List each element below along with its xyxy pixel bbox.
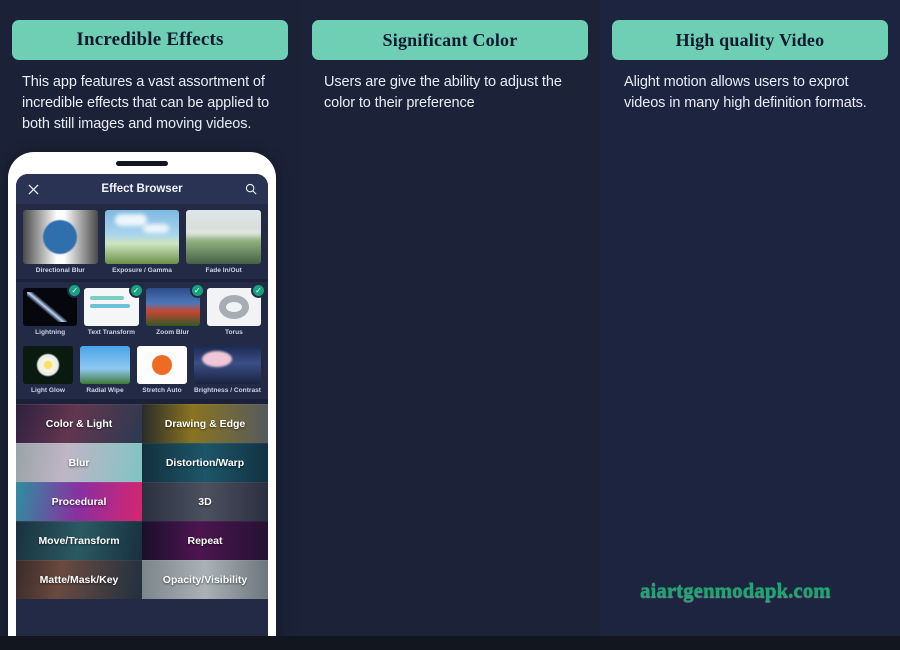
panel-1-banner: Incredible Effects	[12, 20, 288, 60]
panel-incredible-effects: Incredible Effects This app features a v…	[0, 0, 300, 650]
effect-label: Radial Wipe	[86, 387, 124, 395]
effect-tile[interactable]: Stretch Auto	[136, 346, 187, 395]
phone-1-screen: Effect Browser Directional Blur Exposure…	[16, 174, 268, 650]
effect-label: Zoom Blur	[156, 328, 190, 336]
effect-label: Fade In/Out	[205, 267, 242, 274]
effect-tile[interactable]: ✓ Lightning	[23, 282, 83, 337]
effect-label: Text Transform	[87, 328, 135, 336]
effect-label: Brightness / Contrast	[193, 387, 261, 395]
effect-label: Lightning	[35, 328, 66, 336]
effect-tile[interactable]: ✓ Text Transform	[84, 282, 144, 337]
effect-tile[interactable]: Radial Wipe	[79, 346, 130, 395]
category-label: Matte/Mask/Key	[39, 573, 119, 586]
phone-mockup-1: Effect Browser Directional Blur Exposure…	[8, 152, 276, 650]
effect-label: Exposure / Gamma	[112, 267, 172, 274]
category-tile[interactable]: Blur	[16, 442, 142, 482]
close-icon[interactable]	[25, 181, 41, 197]
effect-tile[interactable]: Light Glow	[23, 346, 73, 395]
category-tile[interactable]: Repeat	[142, 520, 268, 560]
search-icon[interactable]	[243, 181, 259, 197]
promo-screenshot: Incredible Effects This app features a v…	[0, 0, 900, 650]
phone-speaker-slot	[116, 161, 168, 166]
effects-row-large: Directional Blur Exposure / Gamma Fade I…	[23, 210, 262, 275]
category-tile[interactable]: 3D	[142, 481, 268, 521]
effect-browser-title: Effect Browser	[101, 183, 183, 195]
category-tile[interactable]: Matte/Mask/Key	[16, 559, 142, 599]
effect-tile[interactable]: Brightness / Contrast	[193, 346, 261, 395]
bottom-letterbox-bar	[0, 636, 900, 650]
effect-tile[interactable]: Exposure / Gamma	[104, 210, 180, 275]
effects-row-badged-section: ✓ Lightning ✓ Text Transform ✓ Zoom Blur…	[16, 282, 268, 341]
effect-category-grid: Color & Light Drawing & Edge Blur Distor…	[16, 403, 268, 599]
site-watermark: aiartgenmodapk.com	[640, 578, 831, 602]
category-tile[interactable]: Procedural	[16, 481, 142, 521]
effects-row-badged: ✓ Lightning ✓ Text Transform ✓ Zoom Blur…	[23, 282, 266, 337]
effect-thumbnail	[23, 346, 73, 385]
category-tile[interactable]: Move/Transform	[16, 520, 142, 560]
effect-browser-header: Effect Browser	[16, 174, 268, 204]
category-tile[interactable]: Opacity/Visibility	[142, 559, 268, 599]
effect-selected-badge: ✓	[67, 282, 83, 298]
effect-selected-badge: ✓	[251, 282, 266, 298]
panel-3-banner-title: High quality Video	[675, 29, 825, 50]
effects-row-small: Light Glow Radial Wipe Stretch Auto Brig…	[23, 346, 261, 395]
effect-thumbnail	[193, 346, 261, 385]
effect-tile[interactable]: Fade In/Out	[186, 210, 262, 275]
effect-thumbnail	[104, 210, 180, 264]
effects-featured-section: Directional Blur Exposure / Gamma Fade I…	[16, 204, 268, 279]
category-tile[interactable]: Distortion/Warp	[142, 442, 268, 482]
effect-selected-badge: ✓	[128, 282, 144, 298]
effect-label: Torus	[224, 328, 243, 336]
category-label: Move/Transform	[38, 534, 120, 547]
effect-tile[interactable]: ✓ Torus	[206, 282, 266, 337]
category-label: Blur	[68, 456, 90, 469]
effect-thumbnail	[186, 210, 262, 264]
panel-2-banner-title: Significant Color	[382, 29, 518, 50]
effect-tile[interactable]: ✓ Zoom Blur	[145, 282, 205, 337]
effect-label: Light Glow	[30, 387, 66, 395]
panel-3-banner: High quality Video	[612, 20, 888, 60]
effect-thumbnail	[79, 346, 130, 385]
panel-1-description: This app features a vast assortment of i…	[22, 74, 270, 133]
category-label: Color & Light	[45, 417, 113, 430]
panel-high-quality-video: High quality Video Alight motion allows …	[600, 0, 900, 650]
panel-3-description: Alight motion allows users to exprot vid…	[624, 74, 867, 112]
category-label: 3D	[198, 495, 212, 508]
category-tile[interactable]: Color & Light	[16, 403, 142, 443]
panel-1-banner-title: Incredible Effects	[76, 29, 224, 50]
category-tile[interactable]: Drawing & Edge	[142, 403, 268, 443]
panel-2-description: Users are give the ability to adjust the…	[324, 74, 562, 112]
category-label: Opacity/Visibility	[162, 573, 248, 586]
category-label: Repeat	[187, 534, 223, 547]
effects-row-small-section: Light Glow Radial Wipe Stretch Auto Brig…	[16, 340, 268, 399]
effect-tile[interactable]: Directional Blur	[23, 210, 98, 275]
effect-selected-badge: ✓	[189, 282, 205, 298]
panel-significant-color: Significant Color Users are give the abi…	[300, 0, 600, 650]
panel-2-banner: Significant Color	[312, 20, 588, 60]
effect-thumbnail	[136, 346, 187, 385]
effect-thumbnail	[23, 210, 98, 264]
effect-label: Stretch Auto	[142, 387, 182, 395]
category-label: Distortion/Warp	[165, 456, 245, 469]
category-label: Drawing & Edge	[164, 417, 246, 430]
category-label: Procedural	[51, 495, 107, 508]
effect-label: Directional Blur	[35, 267, 85, 274]
